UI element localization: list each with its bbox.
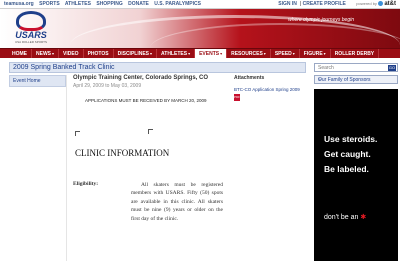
nav-item-label: EVENTS (199, 51, 220, 57)
chevron-down-icon: ▾ (263, 51, 266, 56)
sign-in-link[interactable]: SIGN IN (278, 1, 297, 7)
nav-item-resources[interactable]: RESOURCES▾ (227, 49, 271, 58)
asterisk-icon: ✱ (360, 214, 367, 221)
ad-line-3: Be labeled. (324, 164, 369, 174)
ad-line-1: Use steroids. (324, 134, 378, 144)
utility-link-teamusa[interactable]: teamusa.org (4, 1, 34, 7)
anti-doping-ad[interactable]: Use steroids. Get caught. Be labeled. do… (314, 89, 398, 261)
chevron-down-icon: ▾ (292, 51, 295, 56)
submenu-item-event-home[interactable]: Event Home (9, 75, 66, 87)
chevron-right-icon: » (318, 77, 321, 83)
chevron-down-icon: ▾ (52, 51, 55, 56)
chevron-down-icon: ▾ (323, 51, 326, 56)
page-title: 2009 Spring Banked Track Clinic (13, 64, 115, 71)
utility-link-paralympics[interactable]: U.S. PARALYMPICS (154, 1, 201, 7)
create-profile-link[interactable]: CREATE PROFILE (303, 1, 346, 7)
main-nav-list: HOME NEWS▾ VIDEO PHOTOS DISCIPLINES▾ ATHLETES… (0, 49, 400, 58)
nav-item-label: PHOTOS (87, 51, 109, 57)
usars-logo-subtitle: USA ROLLER SPORTS (15, 40, 47, 44)
section-heading: CLINIC INFORMATION (75, 148, 170, 158)
utility-links: teamusa.org SPORTS ATHLETES SHOPPING DON… (4, 1, 205, 7)
nav-item-events[interactable]: EVENTS▾ (195, 49, 228, 58)
nav-item-figure[interactable]: FIGURE▾ (300, 49, 331, 58)
ad-line-2: Get caught. (324, 149, 371, 159)
nav-item-disciplines[interactable]: DISCIPLINES▾ (114, 49, 158, 58)
event-dates: April 29, 2009 to May 03, 2009 (73, 83, 142, 89)
chevron-down-icon: ▾ (220, 51, 223, 56)
nav-item-photos[interactable]: PHOTOS (84, 49, 114, 58)
usars-logo-mark-icon (16, 11, 46, 31)
nav-item-label: VIDEO (63, 51, 79, 57)
nav-item-label: NEWS (36, 51, 51, 57)
usars-logo-text: USARS (15, 30, 47, 40)
nav-item-label: FIGURE (303, 51, 323, 57)
account-links: SIGN IN | CREATE PROFILE powered by at&t (278, 1, 396, 7)
nav-item-video[interactable]: VIDEO (59, 49, 84, 58)
utility-link-sports[interactable]: SPORTS (39, 1, 60, 7)
banner-tagline: where olympic journeys begin (288, 17, 354, 23)
att-globe-icon (378, 1, 384, 6)
att-logo[interactable]: at&t (384, 1, 396, 7)
sponsors-dropdown[interactable]: Our Family of Sponsors » (314, 75, 398, 84)
nav-item-label: SPEED (274, 51, 292, 57)
eligibility-text: All skaters must be registered members w… (131, 182, 223, 222)
usars-logo[interactable]: USARS USA ROLLER SPORTS (10, 11, 52, 45)
attachment-link[interactable]: BTC-CO Application Spring 2009 (234, 87, 306, 93)
nav-item-label: HOME (12, 51, 27, 57)
site-banner: USARS USA ROLLER SPORTS where olympic jo… (0, 9, 400, 48)
utility-link-donate[interactable]: DONATE (128, 1, 149, 7)
right-sidebar: Search GO Our Family of Sponsors » Use s… (312, 62, 400, 261)
search-input[interactable]: Search GO (314, 63, 398, 72)
utility-link-athletes[interactable]: ATHLETES (65, 1, 91, 7)
application-deadline: APPLICATIONS MUST BE RECEIVED BY MARCH 2… (85, 98, 207, 103)
search-button[interactable]: GO (388, 65, 396, 71)
nav-item-label: ATHLETES (161, 51, 188, 57)
nav-item-athletes[interactable]: ATHLETES▾ (157, 49, 196, 58)
nav-item-label: ROLLER DERBY (334, 51, 375, 57)
powered-by-label: powered by (356, 1, 377, 6)
page-title-bar: 2009 Spring Banked Track Clinic (9, 62, 306, 73)
attachments-heading: Attachments (234, 75, 265, 81)
nav-item-label: RESOURCES (231, 51, 263, 57)
nav-item-home[interactable]: HOME (8, 49, 32, 58)
account-separator: | (299, 1, 302, 7)
attachments-panel: Attachments BTC-CO Application Spring 20… (234, 75, 306, 101)
event-submenu: Event Home (9, 75, 67, 261)
ad-tagline: don't be an (324, 214, 359, 221)
chevron-down-icon: ▾ (150, 51, 153, 56)
image-placeholder-icon (75, 131, 80, 136)
pdf-icon[interactable]: PDF (234, 94, 240, 101)
image-placeholder-icon (148, 129, 153, 134)
nav-item-news[interactable]: NEWS▾ (32, 49, 60, 58)
event-content: Olympic Training Center, Colorado Spring… (73, 75, 233, 261)
utility-link-shopping[interactable]: SHOPPING (96, 1, 122, 7)
event-location: Olympic Training Center, Colorado Spring… (73, 75, 209, 81)
nav-item-label: DISCIPLINES (117, 51, 150, 57)
main-nav: HOME NEWS▾ VIDEO PHOTOS DISCIPLINES▾ ATHLETES… (0, 48, 400, 58)
eligibility-label: Eligibility: (73, 181, 99, 187)
ad-line-4: don't be an ✱ (324, 213, 366, 221)
utility-bar: teamusa.org SPORTS ATHLETES SHOPPING DON… (0, 0, 400, 9)
chevron-down-icon: ▾ (188, 51, 191, 56)
search-placeholder: Search (318, 65, 334, 71)
nav-item-speed[interactable]: SPEED▾ (271, 49, 300, 58)
nav-item-roller-derby[interactable]: ROLLER DERBY (331, 49, 380, 58)
